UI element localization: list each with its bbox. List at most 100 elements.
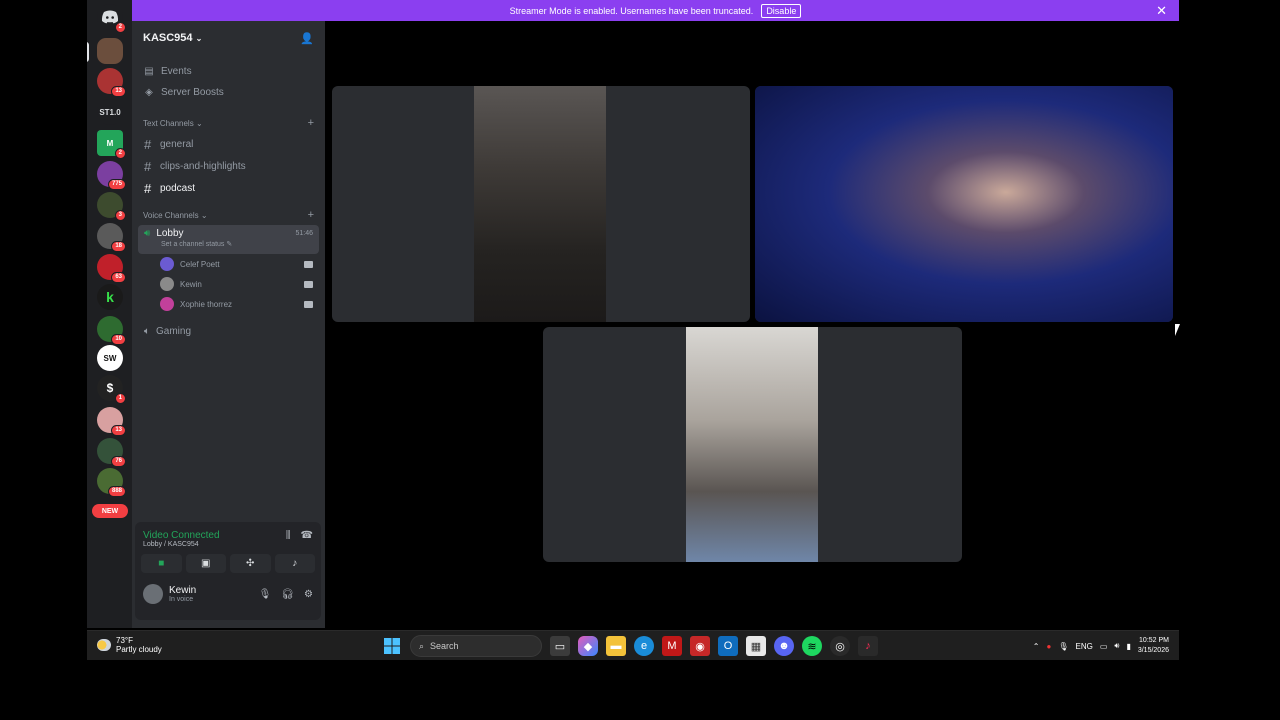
soundboard-icon: ♪ <box>292 558 298 569</box>
add-channel-icon[interactable]: + <box>308 209 314 221</box>
server-icon[interactable]: M2 <box>97 130 126 159</box>
chevron-up-icon[interactable]: ⌃ <box>1033 642 1040 651</box>
server-icon[interactable]: 888 <box>97 468 126 497</box>
system-tray: ⌃ ● 🎙︎ ENG ▭ 🔊︎ ▮ 10:52 PM 3/15/2026 <box>1033 636 1169 656</box>
desktop: 2 13 ST1.0 M2 775 3 18 63 k 10 SW $1 13 … <box>87 0 1179 660</box>
mcafee-icon[interactable]: M <box>662 636 682 656</box>
language-indicator[interactable]: ENG <box>1075 642 1092 651</box>
tiktok-icon[interactable]: ♪ <box>858 636 878 656</box>
disable-button[interactable]: Disable <box>761 3 802 18</box>
text-category[interactable]: Text Channels ⌄ + <box>132 113 325 133</box>
boosts-label: Server Boosts <box>161 87 224 98</box>
microphone-icon[interactable]: 🎙︎ <box>259 589 272 600</box>
store-icon[interactable]: ▦ <box>746 636 766 656</box>
avatar[interactable] <box>143 584 163 604</box>
noise-suppression-icon[interactable]: ⫼ <box>286 530 291 548</box>
server-icon[interactable]: 18 <box>97 223 126 252</box>
discord-home-button[interactable]: 2 <box>97 4 126 33</box>
file-explorer-icon[interactable]: ▬ <box>606 636 626 656</box>
pencil-icon[interactable]: ✎ <box>226 241 232 248</box>
outlook-icon[interactable]: O <box>718 636 738 656</box>
spotify-icon[interactable]: ≋ <box>802 636 822 656</box>
voice-category-label: Voice Channels <box>143 210 199 220</box>
boosts-item[interactable]: ◈ Server Boosts <box>132 82 325 103</box>
calendar-icon: ▤ <box>144 66 154 77</box>
headphones-icon[interactable]: 🎧︎ <box>281 589 294 600</box>
server-rail: 2 13 ST1.0 M2 775 3 18 63 k 10 SW $1 13 … <box>87 0 132 628</box>
display-icon[interactable]: ▭ <box>1100 642 1108 651</box>
chrome-icon[interactable]: ◎ <box>830 636 850 656</box>
avatar <box>160 297 174 311</box>
server-badge: 10 <box>111 334 126 345</box>
screen-share-button[interactable]: ▣ <box>185 554 226 573</box>
server-icon[interactable]: 63 <box>97 254 126 283</box>
server-icon[interactable]: SW <box>97 345 123 371</box>
server-badge: 2 <box>114 148 126 159</box>
time: 10:52 PM <box>1139 637 1169 644</box>
video-tile[interactable] <box>332 86 750 322</box>
server-icon[interactable]: k <box>97 284 123 310</box>
server-icon[interactable]: 775 <box>97 161 126 190</box>
discord-taskbar-icon[interactable]: ☻ <box>774 636 794 656</box>
tray-app-icon[interactable]: ● <box>1046 642 1051 651</box>
disconnect-icon[interactable]: ☎ <box>301 530 313 548</box>
camera-button[interactable]: ■ <box>141 554 182 573</box>
voice-category[interactable]: Voice Channels ⌄ + <box>132 205 325 225</box>
battery-icon[interactable]: ▮ <box>1126 642 1130 651</box>
gear-icon[interactable]: ⚙ <box>304 589 313 600</box>
clock[interactable]: 10:52 PM 3/15/2026 <box>1138 636 1169 656</box>
lobby-name: Lobby <box>156 228 184 239</box>
server-icon[interactable]: 76 <box>97 438 126 467</box>
server-icon[interactable]: ST1.0 <box>97 99 123 125</box>
discord-icon <box>101 10 119 24</box>
new-badge[interactable]: NEW <box>92 504 128 518</box>
voice-user[interactable]: Celef Poett <box>132 254 325 274</box>
server-icon[interactable]: 3 <box>97 192 126 221</box>
weather-widget[interactable]: 73°F Partly cloudy <box>97 636 162 654</box>
add-friend-icon[interactable]: 👤 <box>300 32 314 45</box>
server-header[interactable]: KASC954 ⌄ 👤 <box>132 21 325 55</box>
close-icon[interactable]: ✕ <box>1156 3 1167 19</box>
copilot-icon[interactable]: ◆ <box>578 636 598 656</box>
taskbar-search[interactable]: ⌕ Search <box>410 635 542 657</box>
microphone-icon[interactable]: 🎙︎ <box>1058 642 1068 651</box>
server-icon[interactable]: 10 <box>97 316 126 345</box>
gaming-label: Gaming <box>156 325 192 337</box>
server-initial: $ <box>106 381 114 395</box>
app-icon[interactable]: ◉ <box>690 636 710 656</box>
streamer-mode-banner: Streamer Mode is enabled. Usernames have… <box>132 0 1179 21</box>
voice-location[interactable]: Lobby / KASC954 <box>143 541 220 548</box>
volume-icon[interactable]: 🔊︎ <box>1114 641 1119 651</box>
edge-icon[interactable]: e <box>634 636 654 656</box>
windows-start-icon[interactable] <box>382 636 402 656</box>
server-badge: 2 <box>114 22 126 33</box>
voice-channel-gaming[interactable]: 🔈︎ Gaming <box>138 320 319 342</box>
channel-general[interactable]: # general <box>138 133 319 155</box>
server-icon[interactable]: 13 <box>97 407 126 436</box>
voice-user[interactable]: Kewin <box>132 274 325 294</box>
soundboard-button[interactable]: ♪ <box>274 554 315 573</box>
video-tile[interactable] <box>755 86 1173 322</box>
activities-button[interactable]: ✣ <box>230 554 271 573</box>
video-icon: ■ <box>158 558 165 569</box>
video-tile[interactable] <box>543 327 962 562</box>
server-icon[interactable] <box>97 38 123 64</box>
events-label: Events <box>161 66 192 77</box>
channel-podcast[interactable]: # podcast <box>138 177 319 199</box>
chevron-down-icon: ⌄ <box>195 118 203 128</box>
voice-user[interactable]: Xophie thorrez <box>132 294 325 314</box>
weather-icon <box>97 639 111 651</box>
voice-channel-lobby[interactable]: 🔊︎ Lobby 51:46 Set a channel status ✎ <box>138 225 319 254</box>
channel-status[interactable]: Set a channel status <box>161 241 224 248</box>
channel-clips[interactable]: # clips-and-highlights <box>138 155 319 177</box>
taskbar: 73°F Partly cloudy ⌕ Search ▭ ◆ ▬ e M ◉ … <box>87 630 1179 660</box>
user-name: Kewin <box>169 585 197 596</box>
server-icon[interactable]: 13 <box>97 68 126 97</box>
server-badge: 18 <box>111 241 126 252</box>
banner-text: Streamer Mode is enabled. Usernames have… <box>509 5 754 16</box>
add-channel-icon[interactable]: + <box>308 117 314 129</box>
server-icon[interactable]: $1 <box>97 375 126 404</box>
task-view-icon[interactable]: ▭ <box>550 636 570 656</box>
voice-user-name: Kewin <box>180 279 202 289</box>
events-item[interactable]: ▤ Events <box>132 61 325 82</box>
